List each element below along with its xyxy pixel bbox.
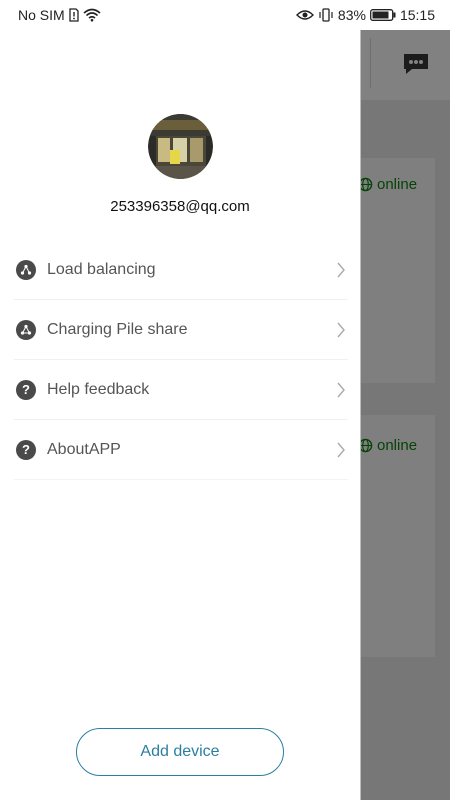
navigation-drawer: 253396358@qq.com Load balancing Charging… xyxy=(0,30,360,800)
chevron-right-icon xyxy=(337,442,345,457)
avatar[interactable] xyxy=(148,114,213,179)
add-device-button[interactable]: Add device xyxy=(76,728,284,776)
menu-item-label: AboutAPP xyxy=(47,440,121,458)
user-email: 253396358@qq.com xyxy=(110,198,250,215)
share-icon xyxy=(16,319,36,340)
load-balance-icon xyxy=(16,259,36,280)
wifi-icon xyxy=(83,8,101,22)
eye-icon xyxy=(295,10,314,20)
chevron-right-icon xyxy=(337,262,345,277)
vibrate-icon xyxy=(319,8,333,22)
menu-item-load-balancing[interactable]: Load balancing xyxy=(14,240,348,300)
battery-icon xyxy=(370,9,396,21)
menu-item-help-feedback[interactable]: ? Help feedback xyxy=(14,360,348,420)
carrier-text: No SIM xyxy=(18,7,65,23)
drawer-menu: Load balancing Charging Pile share ? Hel xyxy=(14,240,348,480)
menu-item-label: Load balancing xyxy=(47,260,156,278)
menu-item-label: Help feedback xyxy=(47,380,150,398)
menu-item-charging-pile-share[interactable]: Charging Pile share xyxy=(14,300,348,360)
help-icon: ? xyxy=(16,379,36,400)
clock: 15:15 xyxy=(399,7,435,23)
sim-alert-icon xyxy=(69,8,79,22)
help-icon: ? xyxy=(16,439,36,460)
menu-item-about-app[interactable]: ? AboutAPP xyxy=(14,420,348,480)
status-bar: No SIM 83% 15:15 xyxy=(0,0,450,30)
battery-percent: 83% xyxy=(337,7,366,23)
chevron-right-icon xyxy=(337,382,345,397)
menu-item-label: Charging Pile share xyxy=(47,320,188,338)
chevron-right-icon xyxy=(337,322,345,337)
